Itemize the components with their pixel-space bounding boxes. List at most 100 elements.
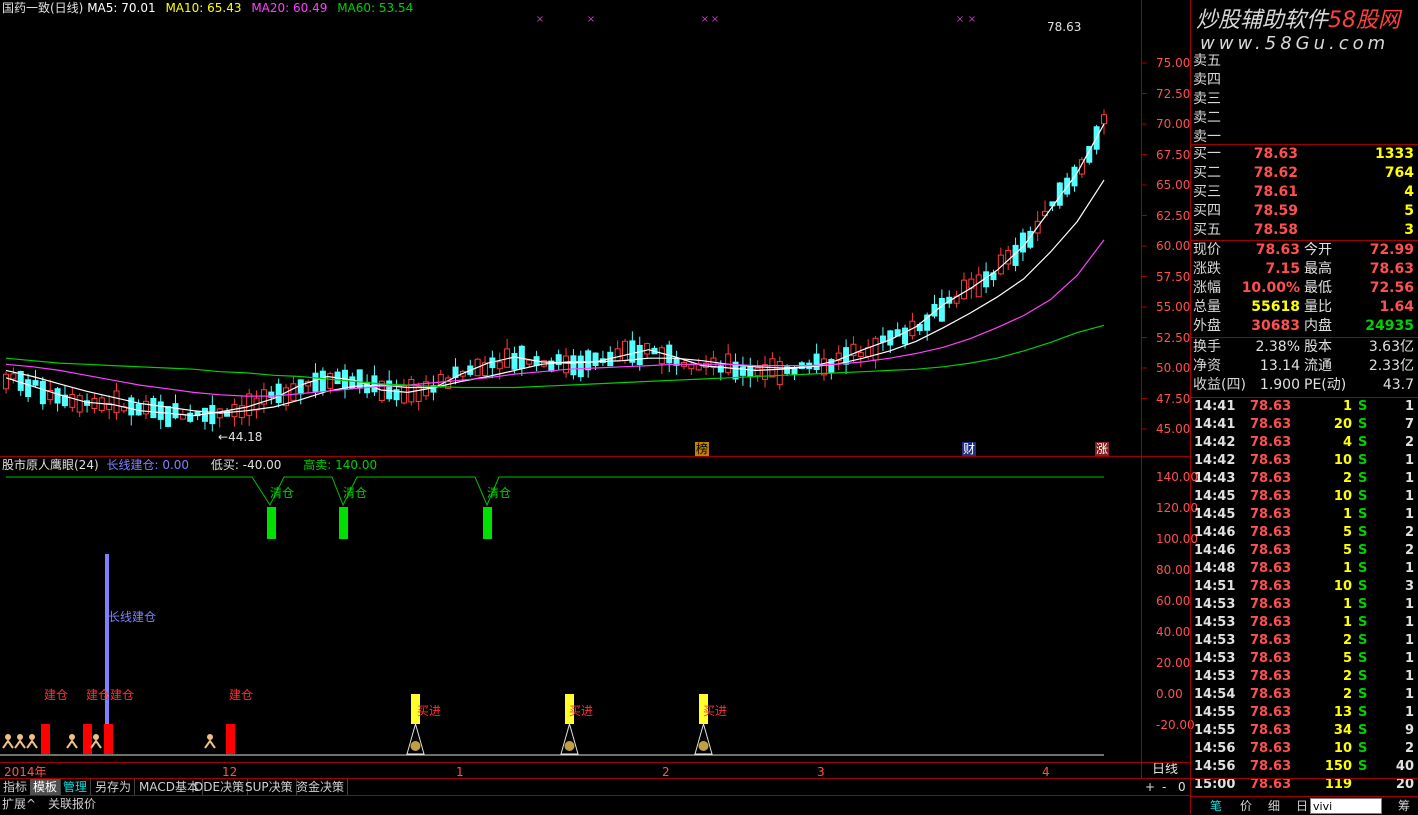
candle-body	[960, 279, 967, 300]
tick-price: 78.63	[1250, 579, 1292, 594]
candle-body	[666, 344, 673, 364]
tick-row[interactable]: 14:42 78.63 10 S 1	[1190, 452, 1418, 470]
fund-label: 收益(四)	[1193, 377, 1246, 393]
panel-sep-1	[1190, 144, 1418, 145]
tick-time: 14:51	[1194, 579, 1236, 594]
tab-dde[interactable]: DDE决策	[191, 779, 249, 795]
person-icon	[17, 734, 23, 740]
tick-side: S	[1358, 435, 1368, 450]
sell-row-4: 卖四	[1190, 71, 1418, 90]
tab-manage[interactable]: 管理	[60, 779, 92, 795]
tick-volume: 5	[1342, 543, 1352, 558]
fund-row: 收益(四) 1.900 PE(动) 43.7	[1190, 376, 1418, 395]
candle-body	[739, 366, 746, 376]
tab-template[interactable]: 模板	[30, 779, 62, 795]
tick-volume: 2	[1342, 633, 1352, 648]
ma-line-ma5	[5, 123, 1105, 417]
candle-body	[3, 373, 9, 390]
build-label-3: 建仓	[229, 688, 254, 702]
tick-row[interactable]: 14:55 78.63 13 S 1	[1190, 704, 1418, 722]
candle-body	[25, 379, 32, 398]
tab-indicator[interactable]: 指标	[0, 779, 32, 795]
tick-time: 14:55	[1194, 705, 1236, 720]
tick-row[interactable]: 14:43 78.63 2 S 1	[1190, 470, 1418, 488]
quote-value: 10.00%	[1241, 280, 1300, 296]
money-bag-icon	[564, 741, 575, 751]
search-input[interactable]	[1310, 798, 1382, 814]
tick-row[interactable]: 14:46 78.63 5 S 2	[1190, 542, 1418, 560]
candle-body	[526, 359, 533, 365]
tab-sup[interactable]: SUP决策	[242, 779, 297, 795]
candle-body	[297, 379, 304, 395]
buy-row-4[interactable]: 买四 78.59 5	[1190, 202, 1418, 221]
event-marker-cai[interactable]: 财	[962, 442, 976, 456]
tick-row[interactable]: 14:56 78.63 150 S 40	[1190, 758, 1418, 776]
candle-body	[165, 406, 172, 427]
quote-panel: 卖五 卖四 卖三 卖二 卖一 买一 78.63 1333 买二 78.62 764 买三 78.61 4…	[1190, 0, 1418, 814]
tick-row[interactable]: 14:54 78.63 2 S 1	[1190, 686, 1418, 704]
tab-save-as[interactable]: 另存为	[92, 779, 136, 795]
tab-chips[interactable]: 筹	[1398, 799, 1410, 813]
event-marker-zhang[interactable]: 涨	[1095, 442, 1109, 456]
event-marker-bang[interactable]: 榜	[695, 442, 709, 456]
tick-row[interactable]: 14:55 78.63 34 S 9	[1190, 722, 1418, 740]
money-bag-icon	[698, 741, 709, 751]
tick-row[interactable]: 14:53 78.63 2 S 1	[1190, 632, 1418, 650]
tick-row[interactable]: 14:46 78.63 5 S 2	[1190, 524, 1418, 542]
tick-row[interactable]: 14:56 78.63 10 S 2	[1190, 740, 1418, 758]
period-label[interactable]: 日线	[1152, 763, 1178, 777]
quote-label-2: 今开	[1304, 242, 1332, 258]
tab-day[interactable]: 日	[1296, 799, 1308, 813]
tab-fund[interactable]: 资金决策	[293, 779, 349, 795]
tick-price: 78.63	[1250, 741, 1292, 756]
tick-time: 14:53	[1194, 615, 1236, 630]
tick-volume: 20	[1333, 417, 1352, 432]
candle-body	[32, 380, 39, 386]
money-bag-icon	[410, 741, 421, 751]
kline-chart-area[interactable]: × × × × × × 国药一致(日线) MA5: 70.01 MA10: 65.43 M…	[0, 0, 1400, 796]
tick-row[interactable]: 14:41 78.63 1 S 1	[1190, 398, 1418, 416]
buy-row-2[interactable]: 买二 78.62 764	[1190, 164, 1418, 183]
tick-count: 1	[1404, 507, 1414, 522]
tick-side: S	[1358, 741, 1368, 756]
tick-row[interactable]: 14:41 78.63 20 S 7	[1190, 416, 1418, 434]
tick-price: 78.63	[1250, 669, 1292, 684]
tick-row[interactable]: 14:51 78.63 10 S 3	[1190, 578, 1418, 596]
axis-divider	[1141, 0, 1142, 779]
tick-row[interactable]: 14:53 78.63 5 S 1	[1190, 650, 1418, 668]
tick-row[interactable]: 14:42 78.63 4 S 2	[1190, 434, 1418, 452]
quote-value: 30683	[1251, 318, 1300, 334]
price-tick: 62.50	[1156, 208, 1191, 223]
kline-svg[interactable]: × × × × × ×	[0, 0, 1190, 796]
tick-row[interactable]: 14:53 78.63 2 S 1	[1190, 668, 1418, 686]
tick-side: S	[1358, 417, 1368, 432]
tick-count: 2	[1404, 525, 1414, 540]
tick-row[interactable]: 14:53 78.63 1 S 1	[1190, 596, 1418, 614]
date-month-1: 1	[456, 765, 464, 779]
buy-row-5[interactable]: 买五 78.58 3	[1190, 221, 1418, 240]
candle-body	[231, 403, 238, 418]
tick-row[interactable]: 14:45 78.63 10 S 1	[1190, 488, 1418, 506]
zoom-out-button[interactable]: -	[1162, 780, 1166, 794]
tick-time: 14:46	[1194, 543, 1236, 558]
tick-row[interactable]: 14:53 78.63 1 S 1	[1190, 614, 1418, 632]
tab-detail[interactable]: 细	[1268, 799, 1280, 813]
tick-count: 9	[1404, 723, 1414, 738]
related-quote-button[interactable]: 关联报价	[48, 797, 96, 811]
expand-button[interactable]: 扩展^	[2, 797, 36, 811]
tick-time: 14:42	[1194, 435, 1236, 450]
candle-body	[187, 412, 194, 422]
tab-price[interactable]: 价	[1240, 799, 1252, 813]
tick-row[interactable]: 14:45 78.63 1 S 1	[1190, 506, 1418, 524]
candle-body	[319, 370, 326, 392]
buy-row-price: 78.62	[1253, 165, 1298, 181]
zoom-reset-button[interactable]: 0	[1178, 780, 1186, 794]
bottom-divider	[0, 795, 1190, 796]
buy-row-1[interactable]: 买一 78.63 1333	[1190, 145, 1418, 164]
fund-label-2: 股本	[1304, 339, 1332, 355]
fund-value-2: 2.33亿	[1368, 358, 1414, 374]
zoom-in-button[interactable]: +	[1145, 780, 1155, 794]
tab-trades[interactable]: 笔	[1210, 799, 1222, 813]
buy-row-3[interactable]: 买三 78.61 4	[1190, 183, 1418, 202]
tick-row[interactable]: 14:48 78.63 1 S 1	[1190, 560, 1418, 578]
